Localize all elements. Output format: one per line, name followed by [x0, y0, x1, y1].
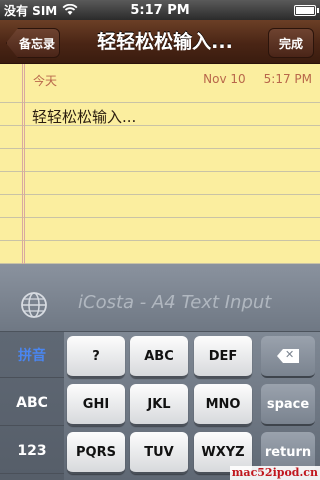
- status-left: 没有 SIM: [4, 2, 114, 19]
- keyboard-header: iCosta - A4 Text Input: [0, 264, 320, 332]
- delete-key[interactable]: ✕: [261, 336, 315, 378]
- key-jkl[interactable]: JKL: [130, 384, 188, 426]
- note-day: 今天: [33, 74, 58, 88]
- key-abc[interactable]: ABC: [130, 336, 188, 378]
- note-body-text[interactable]: 轻轻松松输入...: [32, 106, 136, 127]
- key-tuv[interactable]: TUV: [130, 432, 188, 474]
- key-pqrs[interactable]: PQRS: [67, 432, 125, 474]
- key-ghi[interactable]: GHI: [67, 384, 125, 426]
- navigation-bar: 备忘录 轻轻松松输入... 完成: [0, 20, 320, 64]
- space-key[interactable]: space: [261, 384, 315, 426]
- key-punctuation[interactable]: ?: [67, 336, 125, 378]
- note-date-row: 今天 Nov 10 5:17 PM: [33, 72, 312, 89]
- key-mno[interactable]: MNO: [194, 384, 252, 426]
- wifi-icon: [62, 4, 78, 15]
- status-bar: 没有 SIM 5:17 PM: [0, 0, 320, 20]
- mode-123-key[interactable]: 123: [0, 428, 64, 474]
- globe-icon[interactable]: [20, 291, 48, 319]
- keyboard: iCosta - A4 Text Input 拼音 ABC 123 ? ABC …: [0, 264, 320, 480]
- done-button[interactable]: 完成: [268, 28, 314, 58]
- mode-pinyin-key[interactable]: 拼音: [0, 332, 64, 378]
- note-editor[interactable]: 今天 Nov 10 5:17 PM 轻轻松松输入...: [0, 64, 320, 264]
- mode-abc-key[interactable]: ABC: [0, 380, 64, 426]
- status-time: 5:17 PM: [130, 2, 190, 18]
- carrier-label: 没有 SIM: [4, 3, 58, 18]
- key-def[interactable]: DEF: [194, 336, 252, 378]
- delete-icon: ✕: [277, 349, 299, 363]
- note-date: Nov 10: [203, 72, 246, 86]
- note-margin-line: [22, 64, 25, 264]
- watermark: mac52ipod.cn: [229, 466, 320, 480]
- input-mode-column: 拼音 ABC 123: [0, 332, 64, 480]
- page-title: 轻轻松松输入...: [97, 31, 233, 53]
- keyboard-banner: iCosta - A4 Text Input: [78, 292, 272, 313]
- note-time: 5:17 PM: [263, 72, 312, 86]
- back-button[interactable]: 备忘录: [6, 28, 60, 58]
- battery-icon: [294, 4, 319, 16]
- status-right: [206, 4, 319, 16]
